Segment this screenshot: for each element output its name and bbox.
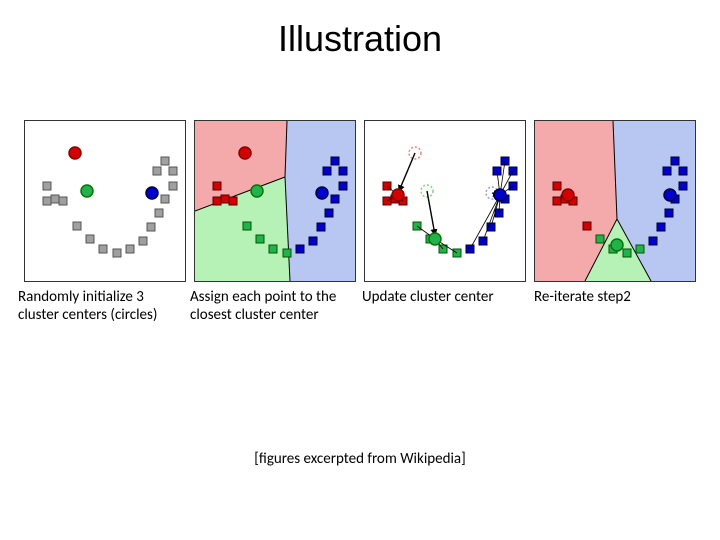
panel-assign <box>194 120 356 282</box>
page-title: Illustration <box>0 0 720 60</box>
caption-row: Randomly initialize 3 cluster centers (c… <box>0 288 720 324</box>
panel-initialize <box>24 120 186 282</box>
caption-2: Assign each point to the closest cluster… <box>188 288 360 324</box>
caption-4: Re-iterate step2 <box>532 288 704 324</box>
panel-update <box>364 120 526 282</box>
caption-1: Randomly initialize 3 cluster centers (c… <box>16 288 188 324</box>
panel-reiterate <box>534 120 696 282</box>
panel-row <box>0 120 720 282</box>
credit-line: [figures excerpted from Wikipedia] <box>0 450 720 468</box>
caption-3: Update cluster center <box>360 288 532 324</box>
